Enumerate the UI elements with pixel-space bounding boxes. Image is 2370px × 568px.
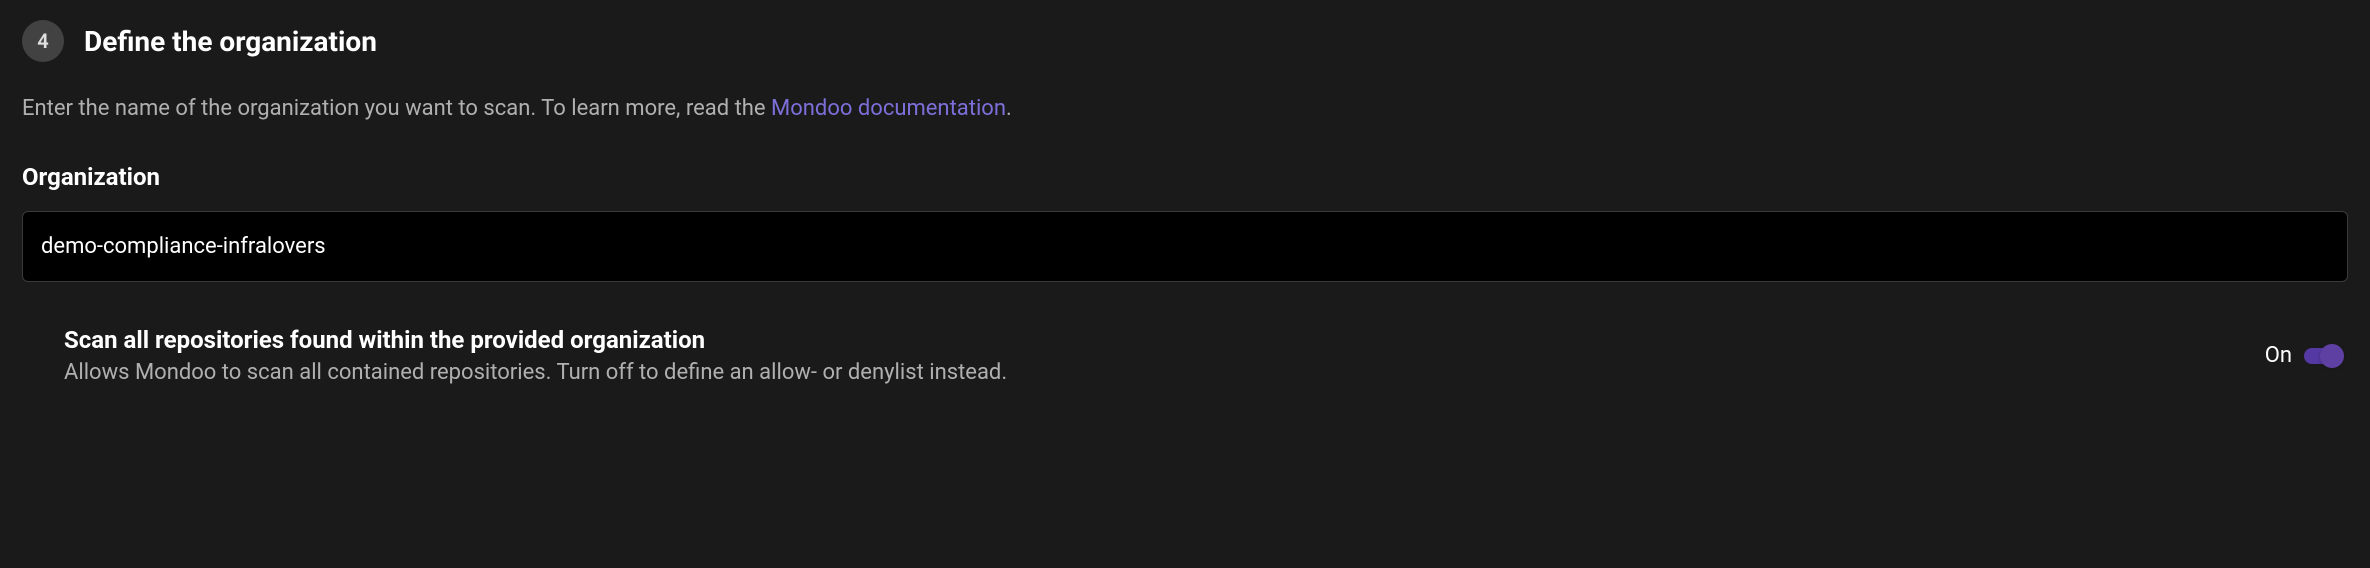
toggle-text-container: Scan all repositories found within the p… <box>64 326 2265 385</box>
description-text-after: . <box>1006 96 1012 121</box>
toggle-state-label: On <box>2265 343 2292 368</box>
step-header: 4 Define the organization <box>22 20 2348 62</box>
scan-all-toggle-section: Scan all repositories found within the p… <box>22 326 2348 385</box>
toggle-control: On <box>2265 343 2340 368</box>
step-number-text: 4 <box>37 29 48 53</box>
organization-input[interactable] <box>22 211 2348 282</box>
step-description: Enter the name of the organization you w… <box>22 92 2348 125</box>
step-number-badge: 4 <box>22 20 64 62</box>
step-title: Define the organization <box>84 25 377 58</box>
toggle-thumb <box>2320 344 2344 368</box>
documentation-link[interactable]: Mondoo documentation <box>771 96 1006 121</box>
scan-all-toggle-switch[interactable] <box>2304 348 2340 364</box>
toggle-title: Scan all repositories found within the p… <box>64 326 2265 354</box>
description-text-before: Enter the name of the organization you w… <box>22 96 771 121</box>
toggle-subtitle: Allows Mondoo to scan all contained repo… <box>64 360 2265 385</box>
organization-label: Organization <box>22 163 2348 191</box>
